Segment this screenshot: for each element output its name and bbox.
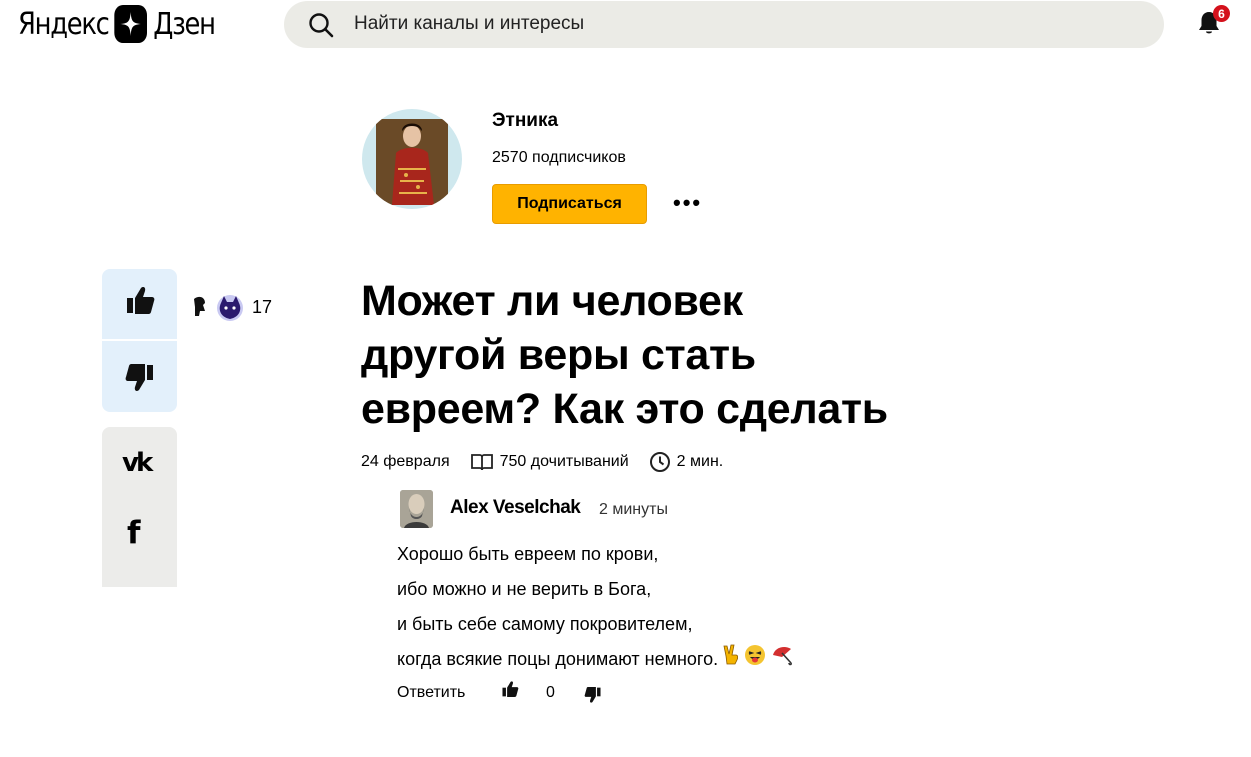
victory-hand-emoji-icon (722, 643, 740, 678)
winking-tongue-face-icon (744, 643, 766, 678)
search-icon (308, 12, 334, 43)
logo[interactable]: Яндекс Дзен (18, 3, 216, 45)
article-meta: 24 февраля 750 дочитываний 2 мин. (361, 451, 723, 473)
thumbs-down-icon (125, 364, 153, 391)
logo-zen-text: Дзен (153, 6, 216, 42)
article-title: Может ли человек другой веры стать еврее… (361, 274, 981, 436)
clock-icon (649, 452, 670, 472)
thumbs-up-icon (127, 287, 155, 314)
title-line: евреем? Как это сделать (361, 385, 888, 433)
vote-divider (102, 339, 177, 341)
comment-like-button[interactable] (499, 679, 521, 706)
logo-yandex-text: Яндекс (18, 6, 110, 42)
title-line: Может ли человек (361, 277, 743, 325)
channel-avatar[interactable] (362, 109, 462, 209)
read-time: 2 мин. (676, 453, 724, 470)
dislike-button[interactable] (121, 357, 159, 400)
comment-line: ибо можно и не верить в Бога, (397, 579, 652, 599)
publish-date: 24 февраля (361, 453, 450, 470)
comment-time: 2 минуты (599, 501, 668, 518)
comment-line: Хорошо быть евреем по крови, (397, 544, 659, 564)
comment-like-count: 0 (546, 684, 555, 701)
facebook-share-button[interactable]: f (127, 515, 141, 551)
vk-share-button[interactable]: vk (122, 448, 153, 478)
umbrella-emoji-icon (770, 643, 794, 678)
comment-line: когда всякие поцы донимают немного. (397, 649, 719, 669)
comment-text: Хорошо быть евреем по крови, ибо можно и… (397, 537, 794, 678)
book-icon (470, 454, 493, 471)
reply-button[interactable]: Ответить (397, 684, 465, 702)
more-options-button[interactable]: ••• (673, 190, 702, 216)
comment-author[interactable]: Alex Veselchak (450, 497, 581, 519)
notification-badge: 6 (1213, 5, 1230, 22)
likers-avatars[interactable] (191, 293, 247, 330)
search-input[interactable] (354, 8, 1134, 40)
channel-name[interactable]: Этника (492, 110, 558, 132)
subscribe-button[interactable]: Подписаться (492, 184, 647, 224)
subscriber-count: 2570 подписчиков (492, 149, 626, 166)
comment-last-line: когда всякие поцы донимают немного. (397, 642, 794, 678)
comment-avatar[interactable] (400, 490, 433, 528)
reads-count: 750 дочитываний (499, 453, 629, 470)
comment-line: и быть себе самому покровителем, (397, 614, 693, 634)
like-count: 17 (252, 297, 273, 317)
zen-logo-icon (114, 5, 148, 43)
thumbs-down-icon (584, 687, 601, 703)
like-button[interactable] (121, 283, 159, 326)
thumbs-up-icon (502, 681, 519, 697)
comment-dislike-button[interactable] (582, 683, 604, 710)
title-line: другой веры стать (361, 331, 756, 379)
